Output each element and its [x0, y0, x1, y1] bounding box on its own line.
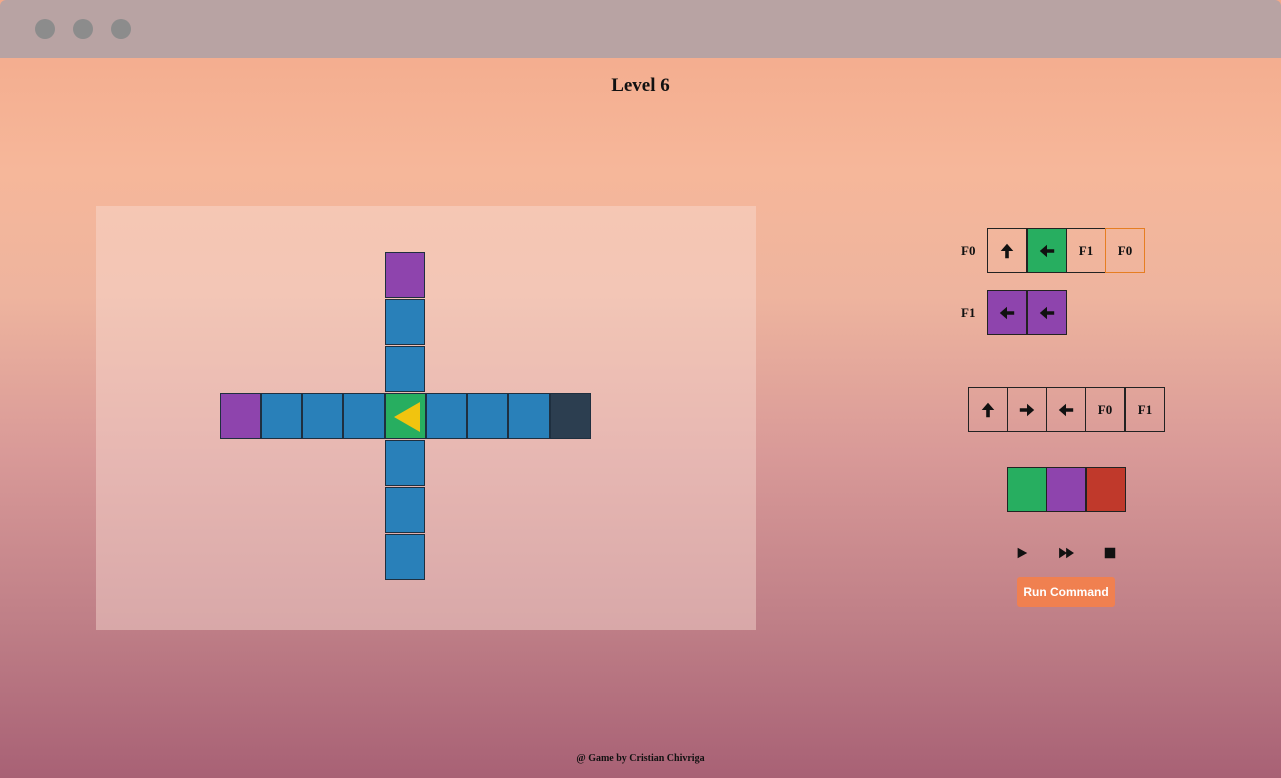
- board-tile: [385, 252, 425, 298]
- board-tile: [302, 393, 343, 439]
- board-tile: [261, 393, 302, 439]
- arrow-up-icon: [981, 402, 995, 417]
- f0-slot-3[interactable]: F1: [1066, 228, 1106, 273]
- board-tile: [508, 393, 550, 439]
- palette-right-button[interactable]: [1007, 387, 1047, 432]
- play-button[interactable]: [1013, 544, 1031, 562]
- function-f0-label: F0: [961, 243, 976, 258]
- arrow-right-icon: [1019, 403, 1035, 416]
- play-icon: [1017, 547, 1028, 559]
- f0-slot-2[interactable]: [1027, 228, 1067, 273]
- footer-credit: @ Game by Cristian Chivriga: [576, 753, 705, 764]
- stop-button[interactable]: [1101, 544, 1119, 562]
- arrow-left-icon: [1039, 306, 1055, 319]
- board-tile: [385, 299, 425, 345]
- board-tile: [467, 393, 508, 439]
- arrow-left-icon: [1058, 403, 1074, 416]
- arrow-up-icon: [1000, 243, 1014, 258]
- palette-color-red[interactable]: [1086, 467, 1126, 512]
- f0-slot-4[interactable]: F0: [1105, 228, 1145, 273]
- board-tile: [385, 487, 425, 533]
- palette-left-button[interactable]: [1046, 387, 1086, 432]
- window-maximize-dot[interactable]: [111, 19, 131, 39]
- palette-f1-button[interactable]: F1: [1125, 387, 1165, 432]
- function-f1-label: F1: [961, 305, 976, 320]
- board-tile-goal: [550, 393, 591, 439]
- f1-slot-2[interactable]: [1027, 290, 1067, 335]
- level-title: Level 6: [611, 75, 670, 96]
- robot-tile: [385, 393, 426, 439]
- f1-slot-1[interactable]: [987, 290, 1027, 335]
- window-close-dot[interactable]: [35, 19, 55, 39]
- fast-forward-icon: [1059, 547, 1074, 559]
- run-command-button[interactable]: Run Command: [1017, 577, 1115, 607]
- f0-slot-1[interactable]: [987, 228, 1027, 273]
- board-tile: [220, 393, 261, 439]
- palette-color-purple[interactable]: [1046, 467, 1086, 512]
- palette-color-green[interactable]: [1007, 467, 1047, 512]
- palette-f0-button[interactable]: F0: [1085, 387, 1125, 432]
- arrow-left-icon: [999, 306, 1015, 319]
- robot-icon: [394, 402, 420, 432]
- board-tile: [426, 393, 467, 439]
- stop-icon: [1104, 547, 1116, 559]
- board-tile: [385, 346, 425, 392]
- arrow-left-icon: [1039, 244, 1055, 257]
- board-tile: [385, 440, 425, 486]
- fast-forward-button[interactable]: [1057, 544, 1077, 562]
- board-tile: [343, 393, 385, 439]
- palette-forward-button[interactable]: [968, 387, 1008, 432]
- window-minimize-dot[interactable]: [73, 19, 93, 39]
- window-titlebar: [0, 0, 1281, 58]
- board-tile: [385, 534, 425, 580]
